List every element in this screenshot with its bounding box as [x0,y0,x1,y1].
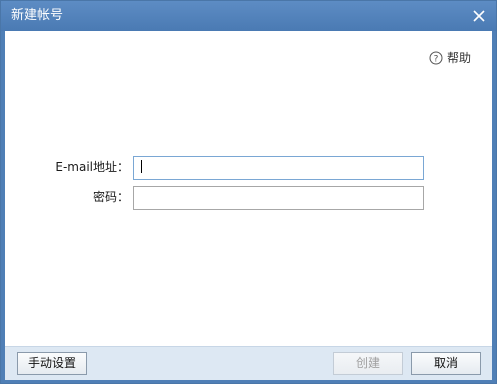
dialog-title: 新建帐号 [11,8,64,23]
dialog-body: ? 帮助 E-mail地址： 密码： [5,31,492,346]
create-button[interactable]: 创建 [333,352,403,375]
dialog-footer: 手动设置 创建 取消 [5,346,492,380]
cancel-button[interactable]: 取消 [411,352,481,375]
title-bar[interactable]: 新建帐号 [1,1,496,31]
password-label: 密码： [92,190,129,204]
svg-text:?: ? [434,54,439,64]
close-button[interactable] [470,7,488,25]
email-field[interactable] [133,156,424,180]
text-caret [141,160,142,173]
email-field-wrap [133,156,424,180]
password-field[interactable] [133,186,424,210]
email-label: E-mail地址： [55,160,129,174]
close-icon [470,7,488,25]
new-account-dialog: 新建帐号 ? 帮助 E-mail地址： 密码： 手动设置 创建 取消 [0,0,497,384]
help-link[interactable]: ? 帮助 [429,49,471,66]
help-label: 帮助 [446,51,471,65]
manual-settings-button[interactable]: 手动设置 [17,352,87,375]
question-circle-icon: ? [429,51,443,65]
